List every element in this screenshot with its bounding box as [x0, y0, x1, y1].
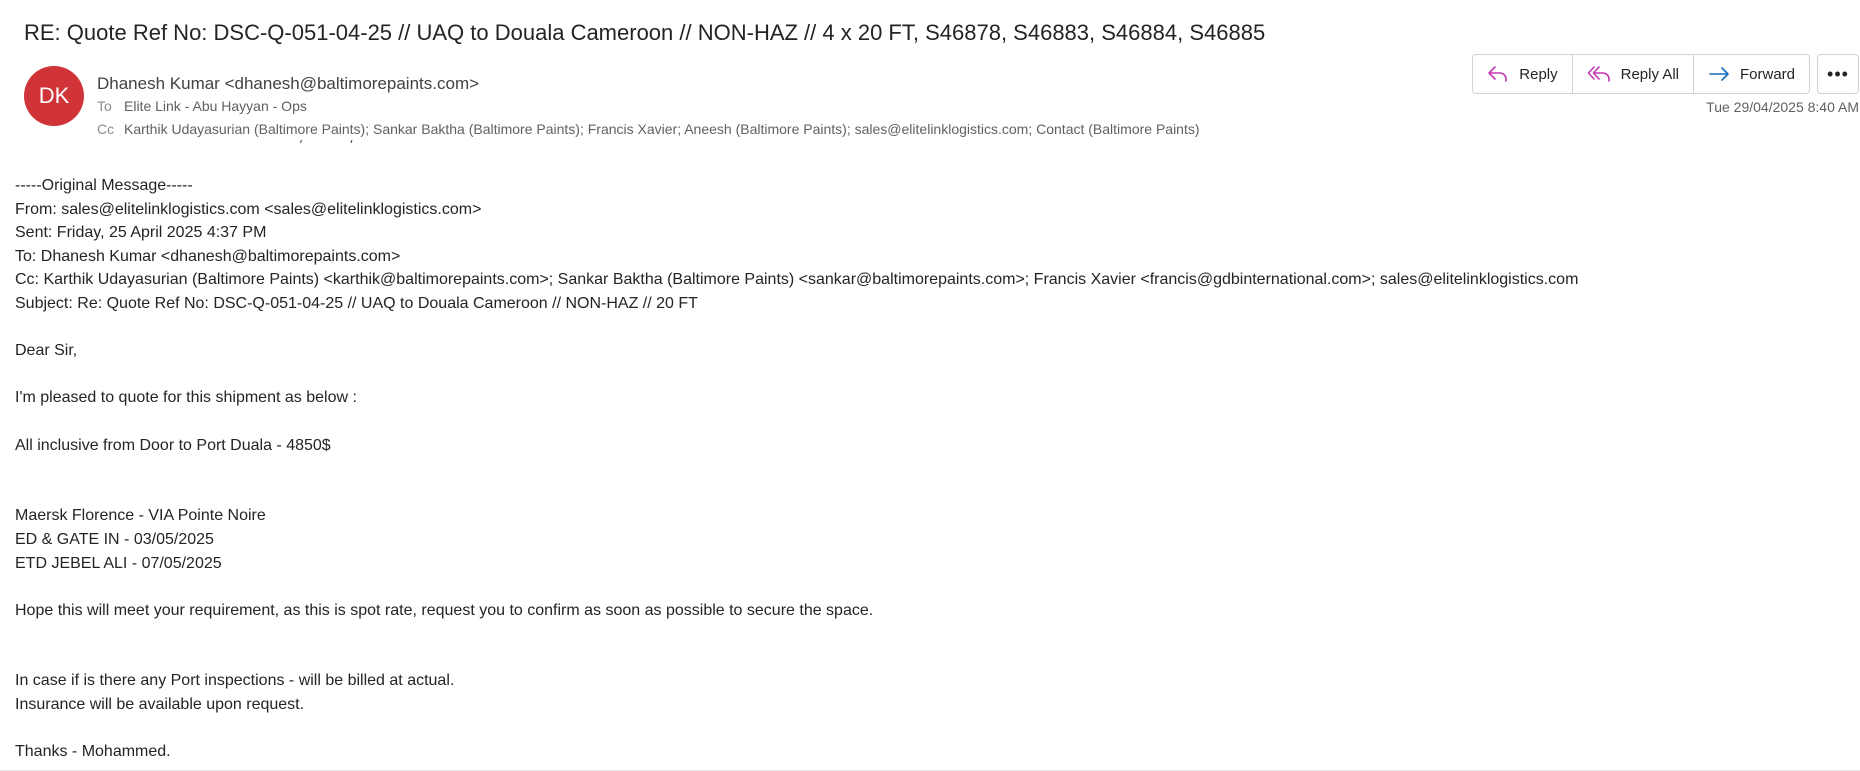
body-line: In case if is there any Port inspections… — [15, 672, 455, 690]
body-line: Dear Sir, — [15, 342, 78, 360]
body-line — [15, 316, 1578, 340]
avatar[interactable]: DK — [24, 66, 84, 126]
body-line: From: sales@elitelinklogistics.com <sale… — [15, 200, 482, 218]
message-actions: Reply Reply All Forward — [1472, 54, 1810, 94]
cc-label: Cc — [97, 121, 115, 137]
to-row: To Elite Link - Abu Hayyan - Ops — [97, 98, 307, 114]
reply-icon — [1488, 66, 1508, 82]
body-line: All inclusive from Door to Port Duala - … — [15, 436, 331, 454]
body-line — [15, 363, 1578, 387]
forward-label: Forward — [1739, 65, 1795, 83]
to-recipients[interactable]: Elite Link - Abu Hayyan - Ops — [124, 98, 307, 114]
cc-row: Cc Karthik Udayasurian (Baltimore Paints)… — [97, 121, 1200, 137]
body-line — [15, 646, 1578, 670]
body-line: Subject: Re: Quote Ref No: DSC-Q-051-04-… — [15, 294, 698, 312]
body-line: Cc: Karthik Udayasurian (Baltimore Paint… — [15, 271, 1579, 289]
reply-label: Reply — [1519, 65, 1558, 83]
body-line — [15, 481, 1578, 505]
reply-all-icon — [1587, 66, 1610, 82]
body-line: To: Dhanesh Kumar <dhanesh@baltimorepain… — [15, 247, 401, 265]
body-line: Sent: Friday, 25 April 2025 4:37 PM — [15, 224, 267, 242]
timestamp: Tue 29/04/2025 8:40 AM — [1706, 99, 1859, 115]
body-line: Thanks - Mohammed. — [15, 743, 171, 761]
body-line — [15, 622, 1578, 646]
body-line — [15, 410, 1578, 434]
body-line: I'm pleased to quote for this shipment a… — [15, 389, 357, 407]
body-line: Maersk Florence - VIA Pointe Noire — [15, 507, 266, 525]
reply-all-button[interactable]: Reply All — [1573, 55, 1694, 93]
clipped-text-fragment: / · · · · · / — [300, 140, 580, 146]
body-line — [15, 575, 1578, 599]
more-actions-button[interactable]: ••• — [1817, 54, 1859, 94]
reply-button[interactable]: Reply — [1473, 55, 1573, 93]
body-line: ETD JEBEL ALI - 07/05/2025 — [15, 554, 222, 572]
to-label: To — [97, 98, 112, 114]
sender-name[interactable]: Dhanesh Kumar <dhanesh@baltimorepaints.c… — [97, 74, 479, 94]
forward-icon — [1709, 67, 1729, 81]
body-line — [15, 457, 1578, 481]
cc-recipients[interactable]: Karthik Udayasurian (Baltimore Paints); … — [124, 121, 1200, 137]
body-line: Hope this will meet your requirement, as… — [15, 601, 874, 619]
clipped-text: / · · · · · / — [300, 140, 580, 146]
forward-button[interactable]: Forward — [1694, 55, 1809, 93]
reply-all-label: Reply All — [1620, 65, 1679, 83]
more-icon: ••• — [1827, 63, 1849, 84]
body-line — [15, 717, 1578, 741]
email-subject: RE: Quote Ref No: DSC-Q-051-04-25 // UAQ… — [24, 20, 1266, 45]
body-line: Insurance will be available upon request… — [15, 696, 305, 714]
email-body: -----Original Message----- From: sales@el… — [15, 174, 1578, 764]
body-line: ED & GATE IN - 03/05/2025 — [15, 530, 214, 548]
body-line: -----Original Message----- — [15, 177, 193, 194]
